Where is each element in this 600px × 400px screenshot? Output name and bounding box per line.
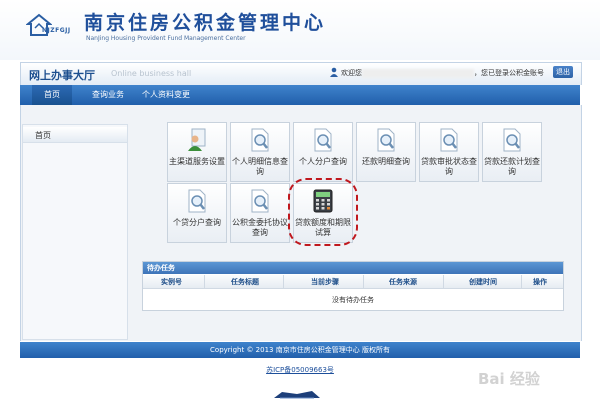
tile-label: 贷款审批状态查询	[421, 157, 477, 176]
tile-label: 还款明细查询	[362, 157, 410, 166]
tile-label: 公积金委托协议查询	[232, 218, 288, 237]
site-title: 南京住房公积金管理中心	[84, 12, 327, 34]
column-header: 任务标题	[231, 278, 259, 286]
welcome-suffix: ，您已登录公积金账号	[474, 69, 544, 77]
baidu-jingyan-watermark: Bai 经验	[478, 368, 540, 389]
site-title-english: NanJing Housing Provident Fund Managemen…	[86, 35, 246, 42]
nav-query[interactable]: 查询业务	[92, 89, 124, 100]
column-header: 实例号	[161, 278, 182, 286]
welcome-text: 欢迎您 ，您已登录公积金账号	[341, 68, 544, 78]
main-nav: 首页 查询业务 个人资料变更	[20, 85, 580, 105]
tile-label: 主渠道服务设置	[169, 157, 225, 166]
tile-personal-detail-query[interactable]: 个人明细信息查询	[230, 122, 290, 182]
tile-loan-repayment-plan-query[interactable]: 贷款还款计划查询	[482, 122, 542, 182]
tile-label: 贷款还款计划查询	[484, 157, 540, 176]
column-header: 操作	[533, 278, 547, 286]
tile-channel-service-settings[interactable]: 主渠道服务设置	[167, 122, 227, 182]
user-settings-icon	[188, 128, 206, 151]
welcome-prefix: 欢迎您	[341, 69, 362, 77]
site-header: NJZFGJJ 南京住房公积金管理中心 NanJing Housing Prov…	[0, 0, 600, 60]
sidebar-item-home[interactable]: 首页	[23, 127, 127, 143]
watermark-text: Bai 经验	[478, 370, 540, 388]
sidebar: 首页	[22, 124, 128, 340]
hall-bar: 网上办事大厅 Online business hall 欢迎您 ，您已登录公积金账…	[20, 62, 582, 85]
column-header: 任务来源	[389, 278, 417, 286]
document-search-icon	[251, 189, 269, 213]
column-divider	[443, 275, 444, 288]
bottom-decoration-icon	[274, 391, 320, 399]
sidebar-item-label: 首页	[35, 131, 51, 140]
tile-personal-loan-account-query[interactable]: 个贷分户查询	[167, 183, 227, 243]
tile-label: 个人明细信息查询	[232, 157, 288, 176]
tile-personal-account-query[interactable]: 个人分户查询	[293, 122, 353, 182]
column-divider	[283, 275, 284, 288]
nav-home[interactable]: 首页	[32, 85, 72, 105]
column-divider	[363, 275, 364, 288]
nav-profile-change[interactable]: 个人资料变更	[142, 89, 190, 100]
document-search-icon	[314, 128, 332, 152]
column-divider	[521, 275, 522, 288]
column-header: 当前步骤	[311, 278, 339, 286]
pending-tasks-panel: 待办任务 实例号 任务标题 当前步骤 任务来源 创建时间 操作 没有待办任务	[142, 261, 564, 311]
document-search-icon	[377, 128, 395, 152]
tile-label: 个贷分户查询	[173, 218, 221, 227]
logo-abbreviation: NJZFGJJ	[42, 27, 71, 34]
tasks-table-header: 实例号 任务标题 当前步骤 任务来源 创建时间 操作	[143, 275, 563, 289]
tile-repayment-detail-query[interactable]: 还款明细查询	[356, 122, 416, 182]
column-header: 创建时间	[469, 278, 497, 286]
tile-label: 个人分户查询	[299, 157, 347, 166]
user-icon	[330, 67, 338, 77]
document-search-icon	[251, 128, 269, 152]
tile-entrust-agreement-query[interactable]: 公积金委托协议查询	[230, 183, 290, 243]
document-search-icon	[440, 128, 458, 152]
blurred-username	[362, 68, 474, 78]
hall-title: 网上办事大厅	[29, 69, 95, 82]
hall-subtitle: Online business hall	[111, 69, 192, 78]
logo-emblem-icon	[26, 13, 52, 36]
logout-button[interactable]: 退出	[553, 66, 573, 78]
tasks-empty-message: 没有待办任务	[332, 296, 374, 304]
tile-loan-approval-status-query[interactable]: 贷款审批状态查询	[419, 122, 479, 182]
red-dashed-highlight	[288, 178, 358, 246]
footer-copyright: Copyright © 2013 南京市住房公积金管理中心 版权所有	[20, 342, 580, 358]
document-search-icon	[188, 189, 206, 213]
document-search-icon	[503, 128, 521, 152]
column-divider	[204, 275, 205, 288]
pending-tasks-title: 待办任务	[143, 262, 563, 274]
